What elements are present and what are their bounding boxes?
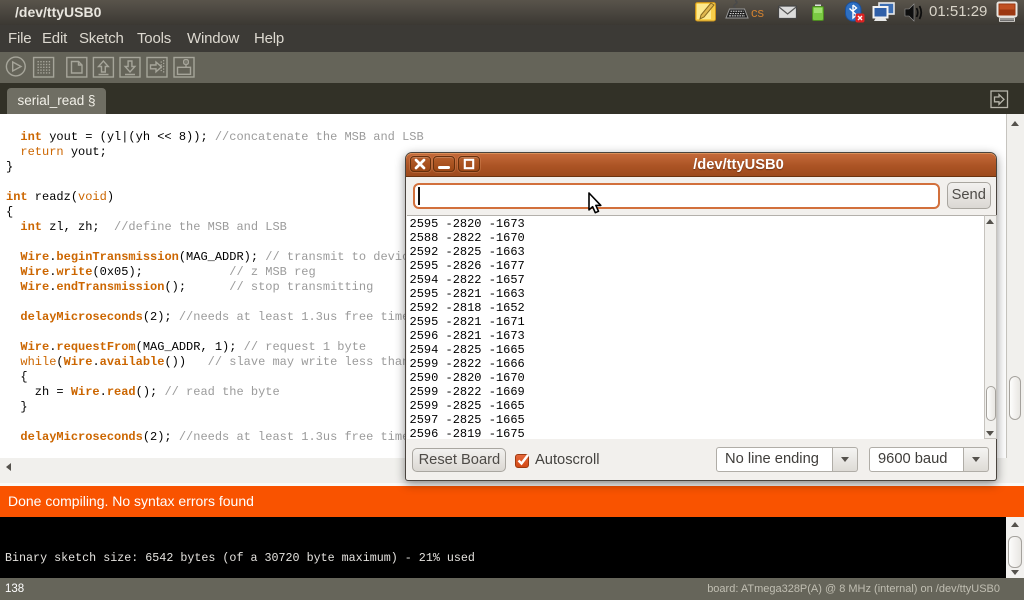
svg-text:cs: cs [751,5,765,20]
